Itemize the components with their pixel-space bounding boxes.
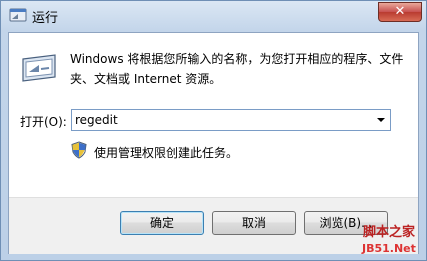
cancel-button[interactable]: 取消: [212, 211, 296, 235]
open-combobox[interactable]: [71, 109, 391, 131]
admin-note: 使用管理权限创建此任务。: [94, 146, 239, 160]
close-icon: ✕: [394, 4, 406, 19]
run-dialog-icon: [21, 53, 57, 83]
button-bar: 确定 取消 浏览(B)...: [9, 197, 418, 254]
open-label: 打开(O):: [20, 115, 67, 129]
open-input[interactable]: [72, 110, 373, 130]
close-button[interactable]: ✕: [378, 2, 422, 22]
title-bar[interactable]: 运行 ✕: [1, 1, 427, 31]
watermark-url: JB51.Net: [362, 242, 416, 255]
dialog-body: Windows 将根据您所输入的名称，为您打开相应的程序、文件夹、文档或 Int…: [8, 32, 419, 254]
run-dialog-window: 运行 ✕ Windows 将根据您所输入的名称，为您打开相应的程序、文件夹、文档…: [0, 0, 427, 261]
window-title: 运行: [32, 11, 59, 26]
run-app-icon: [9, 7, 27, 23]
dialog-description: Windows 将根据您所输入的名称，为您打开相应的程序、文件夹、文档或 Int…: [70, 52, 404, 86]
dropdown-arrow-icon[interactable]: [372, 110, 390, 130]
uac-shield-icon: [71, 141, 87, 159]
watermark-text: 脚本之家: [363, 225, 416, 240]
ok-button[interactable]: 确定: [120, 211, 204, 235]
